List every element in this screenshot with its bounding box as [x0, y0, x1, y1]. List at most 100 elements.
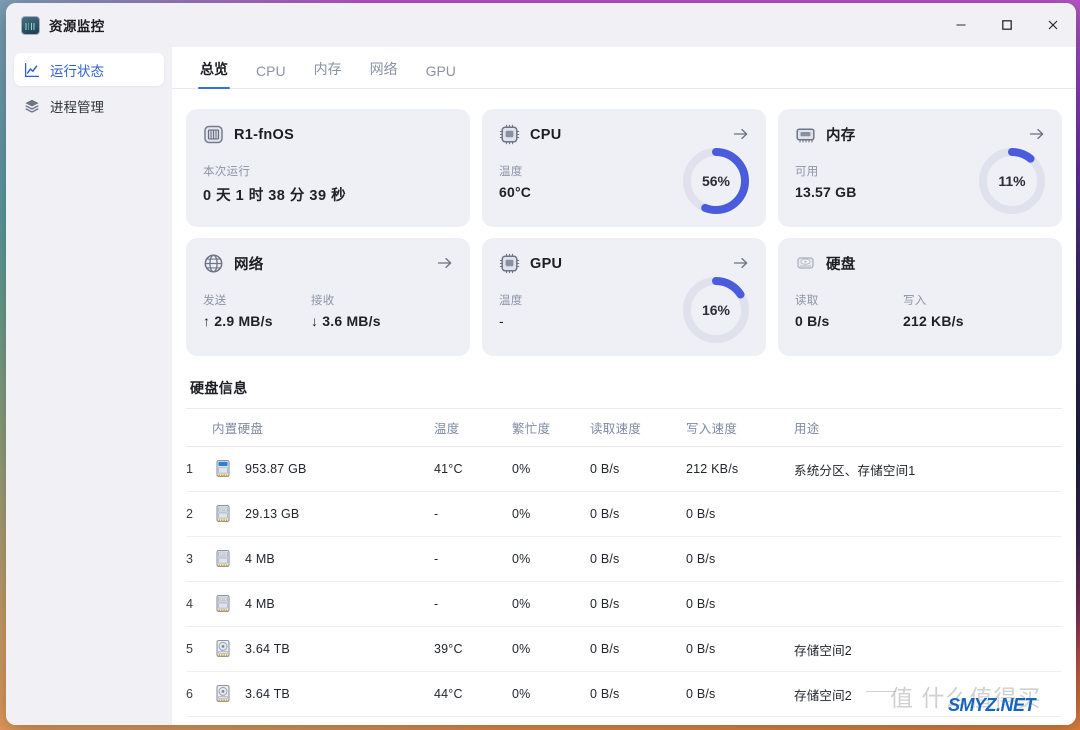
card-network-detail-arrow[interactable] [436, 254, 454, 272]
disk-write-metric: 写入 212 KB/s [903, 292, 1011, 329]
card-network-header: 网络 [203, 253, 453, 274]
minimize-icon [956, 24, 966, 26]
gpu-temp-metric: 温度 - [499, 292, 607, 329]
gpu-chip-icon [499, 253, 520, 274]
card-host-metrics: 本次运行 0 天 1 时 38 分 39 秒 [203, 163, 453, 205]
cpu-chip-icon [499, 124, 520, 145]
globe-icon [203, 253, 224, 274]
window-controls [938, 3, 1076, 47]
disk-row-temp: - [434, 581, 512, 627]
minimize-button[interactable] [938, 3, 984, 47]
title-bar: 资源监控 [6, 3, 1076, 47]
disk-row-temp: - [434, 491, 512, 537]
disk-col-busy[interactable]: 繁忙度 [512, 408, 590, 447]
layers-icon [23, 97, 40, 114]
card-network[interactable]: 网络 发送 ↑ 2.9 MB/s 接收 ↓ 3.6 MB/s [186, 238, 470, 356]
card-disk[interactable]: 硬盘 读取 0 B/s 写入 212 KB/s [778, 238, 1062, 356]
memory-available-label: 可用 [795, 166, 819, 178]
network-send-label: 发送 [203, 295, 227, 307]
card-host[interactable]: R1-fnOS 本次运行 0 天 1 时 38 分 39 秒 [186, 109, 470, 227]
card-gpu-title: GPU [530, 255, 563, 272]
card-host-title: R1-fnOS [234, 126, 295, 143]
disk-row-index: 4 [186, 581, 212, 627]
main-content: 总览 CPU 内存 网络 GPU R1-fnOS 本次运行 0 天 1 时 38… [172, 47, 1076, 725]
tab-gpu[interactable]: GPU [412, 63, 470, 88]
table-row[interactable]: 1 953.87 GB 41°C 0% 0 B/s 212 KB/s 系统分区、存储空间1 [186, 446, 1062, 492]
disk-row-temp: 39°C [434, 626, 512, 672]
disk-row-capacity: 29.13 GB [245, 507, 300, 521]
disk-row-write: 0 B/s [686, 536, 794, 582]
tab-overview[interactable]: 总览 [186, 59, 242, 89]
table-row[interactable]: 4 SSD 4 MB -0% 0 B/s 0 B/s [186, 581, 1062, 627]
disk-col-name[interactable]: 内置硬盘 [212, 408, 434, 447]
table-row[interactable]: 3 SSD 4 MB -0% 0 B/s 0 B/s [186, 536, 1062, 582]
disk-col-write[interactable]: 写入速度 [686, 408, 794, 447]
network-recv-label: 接收 [311, 295, 335, 307]
ssd-icon: SSD [212, 503, 234, 525]
disk-row-capacity: 4 MB [245, 552, 275, 566]
card-gpu-header: GPU [499, 253, 749, 274]
disk-row-index: 3 [186, 536, 212, 582]
cpu-temp-label: 温度 [499, 166, 523, 178]
disk-row-busy: 0% [512, 491, 590, 537]
chart-app-icon [21, 15, 40, 35]
table-row[interactable]: 5 3.64 TB 39°C 0% 0 B/s 0 B/s 存储空间2 [186, 626, 1062, 672]
title-bar-left: 资源监控 [6, 15, 172, 35]
card-disk-title: 硬盘 [826, 257, 856, 273]
tab-memory[interactable]: 内存 [300, 59, 356, 88]
window-body: 运行状态 进程管理 总览 CPU 内存 网络 GPU R1-fnOS 本次运行 … [6, 47, 1076, 725]
disk-col-temp[interactable]: 温度 [434, 408, 512, 447]
disk-row-read: 0 B/s [590, 491, 686, 537]
disk-col-index [186, 408, 212, 447]
gpu-usage-gauge: 16% [680, 274, 752, 346]
card-gpu-detail-arrow[interactable] [732, 254, 750, 272]
card-gpu[interactable]: GPU 温度 - 16% [482, 238, 766, 356]
table-row[interactable]: 2 SSD 29.13 GB -0% 0 B/s 0 B/s [186, 491, 1062, 537]
cpu-usage-gauge: 56% [680, 145, 752, 217]
disk-row-read: 0 B/s [590, 626, 686, 672]
disk-row-usage [794, 536, 1062, 582]
sidebar-item-status-label: 运行状态 [50, 63, 104, 79]
disk-row-write: 0 B/s [686, 491, 794, 537]
disk-table-header-row: 内置硬盘 温度 繁忙度 读取速度 写入速度 用途 [186, 408, 1062, 447]
disk-row-index: 6 [186, 671, 212, 717]
disk-row-index: 2 [186, 491, 212, 537]
card-cpu[interactable]: CPU 温度 60°C 56% [482, 109, 766, 227]
sidebar-item-status[interactable]: 运行状态 [14, 53, 164, 86]
disk-col-read[interactable]: 读取速度 [590, 408, 686, 447]
card-cpu-detail-arrow[interactable] [732, 125, 750, 143]
disk-row-write: 0 B/s [686, 671, 794, 717]
app-title: 资源监控 [49, 19, 105, 34]
card-memory[interactable]: 内存 可用 13.57 GB 11% [778, 109, 1062, 227]
tab-network[interactable]: 网络 [356, 59, 412, 88]
svg-text:SSD: SSD [219, 553, 227, 557]
disk-row-busy: 0% [512, 626, 590, 672]
arrow-right-icon [1029, 128, 1044, 140]
card-host-header: R1-fnOS [203, 124, 453, 145]
hdd-icon [212, 638, 234, 660]
maximize-button[interactable] [984, 3, 1030, 47]
disk-row-name-cell: SSD 29.13 GB [212, 491, 434, 537]
memory-available-metric: 可用 13.57 GB [795, 163, 903, 200]
disk-table-body: 1 953.87 GB 41°C 0% 0 B/s 212 KB/s 系统分区、存储空间1 2… [186, 446, 1062, 717]
app-window: 资源监控 运行状态 进程管理 总览 CPU 内存 网络 GPU R1-fnOS … [6, 3, 1076, 725]
disk-row-name-cell: 3.64 TB [212, 626, 434, 672]
cpu-usage-value: 56% [701, 173, 731, 189]
gpu-usage-value: 16% [701, 302, 731, 318]
disk-row-temp: 44°C [434, 671, 512, 717]
disk-row-capacity: 3.64 TB [245, 687, 290, 701]
cpu-temp-value: 60°C [499, 184, 532, 200]
disk-row-temp: 41°C [434, 446, 512, 492]
card-memory-detail-arrow[interactable] [1028, 125, 1046, 143]
memory-available-value: 13.57 GB [795, 184, 857, 200]
disk-col-usage[interactable]: 用途 [794, 408, 1062, 447]
disk-row-name-cell: 3.64 TB [212, 671, 434, 717]
disk-read-metric: 读取 0 B/s [795, 292, 903, 329]
network-send-metric: 发送 ↑ 2.9 MB/s [203, 292, 311, 329]
tab-cpu[interactable]: CPU [242, 63, 300, 88]
table-row[interactable]: 6 3.64 TB 44°C 0% 0 B/s 0 B/s 存储空间2 [186, 671, 1062, 717]
hdd-icon [212, 683, 234, 705]
sidebar-item-processes[interactable]: 进程管理 [14, 89, 164, 122]
close-button[interactable] [1030, 3, 1076, 47]
disk-row-busy: 0% [512, 446, 590, 492]
